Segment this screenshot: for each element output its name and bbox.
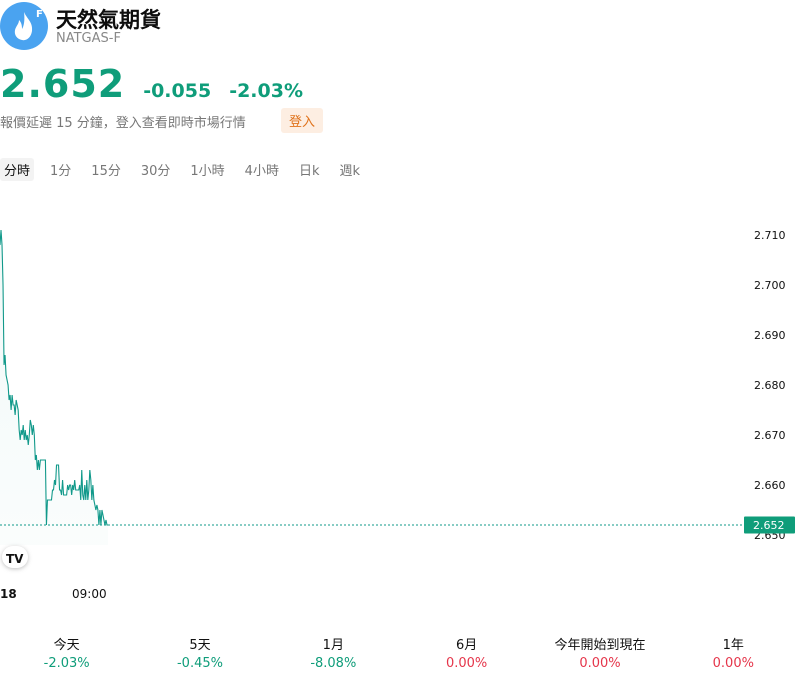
perf-5day[interactable]: 5天 -0.45% [133,634,266,671]
perf-value: 0.00% [712,656,754,671]
y-tick-label: 2.670 [754,429,786,442]
performance-row: 今天 -2.03% 5天 -0.45% 1月 -8.08% 6月 0.00% 今… [0,634,800,671]
timeframe-tabs: 分時 1分 15分 30分 1小時 4小時 日k 週k [0,158,376,181]
tab-intraday[interactable]: 分時 [0,158,35,181]
quote-row: 2.652 -0.055 -2.03% [0,62,303,110]
last-price: 2.652 [0,62,126,106]
tab-weekly[interactable]: 週k [335,158,364,181]
perf-value: 0.00% [579,656,621,671]
perf-value: -2.03% [43,656,90,671]
perf-value: -0.45% [176,656,223,671]
x-tick-label: 09:00 [72,587,107,601]
perf-1year[interactable]: 1年 0.00% [667,634,800,671]
perf-today[interactable]: 今天 -2.03% [0,634,133,671]
ticker-symbol: NATGAS-F [56,31,121,46]
login-button[interactable]: 登入 [281,108,324,133]
perf-value: -8.08% [310,656,357,671]
perf-label: 5天 [189,638,211,653]
price-chart[interactable]: 2.7102.7002.6902.6802.6702.6602.650 18 09… [0,200,800,610]
logo-badge: F [36,9,43,20]
perf-6month[interactable]: 6月 0.00% [400,634,533,671]
perf-ytd[interactable]: 今年開始到現在 0.00% [533,634,666,671]
tab-15min[interactable]: 15分 [87,158,125,181]
y-tick-label: 2.680 [754,379,786,392]
tab-30min[interactable]: 30分 [137,158,175,181]
x-tick-label: 18 [0,587,17,601]
svg-text:2.652: 2.652 [753,519,785,532]
perf-1month[interactable]: 1月 -8.08% [267,634,400,671]
last-price-tag: 2.652 [744,516,795,534]
page-title: 天然氣期貨 [56,8,161,32]
price-change-percent: -2.03% [229,80,303,102]
perf-label: 今天 [53,638,80,653]
perf-label: 1月 [322,638,344,653]
delay-notice: 報價延遲 15 分鐘，登入查看即時市場行情 [0,116,246,131]
tab-1hour[interactable]: 1小時 [186,158,228,181]
flame-logo-icon: F [0,2,48,50]
tradingview-logo[interactable]: TV [2,546,28,568]
y-tick-label: 2.660 [754,479,786,492]
tab-4hour[interactable]: 4小時 [241,158,283,181]
y-tick-label: 2.700 [754,279,786,292]
perf-label: 6月 [456,638,478,653]
perf-label: 今年開始到現在 [554,638,646,653]
price-change: -0.055 [143,80,212,102]
y-axis: 2.7102.7002.6902.6802.6702.6602.650 [754,229,786,542]
perf-label: 1年 [722,638,744,653]
tradingview-logo-text: TV [6,552,24,566]
tab-daily[interactable]: 日k [295,158,324,181]
y-tick-label: 2.710 [754,229,786,242]
perf-value: 0.00% [445,656,488,671]
tab-1min[interactable]: 1分 [46,158,75,181]
x-axis: 18 09:00 [0,587,107,601]
y-tick-label: 2.690 [754,329,786,342]
